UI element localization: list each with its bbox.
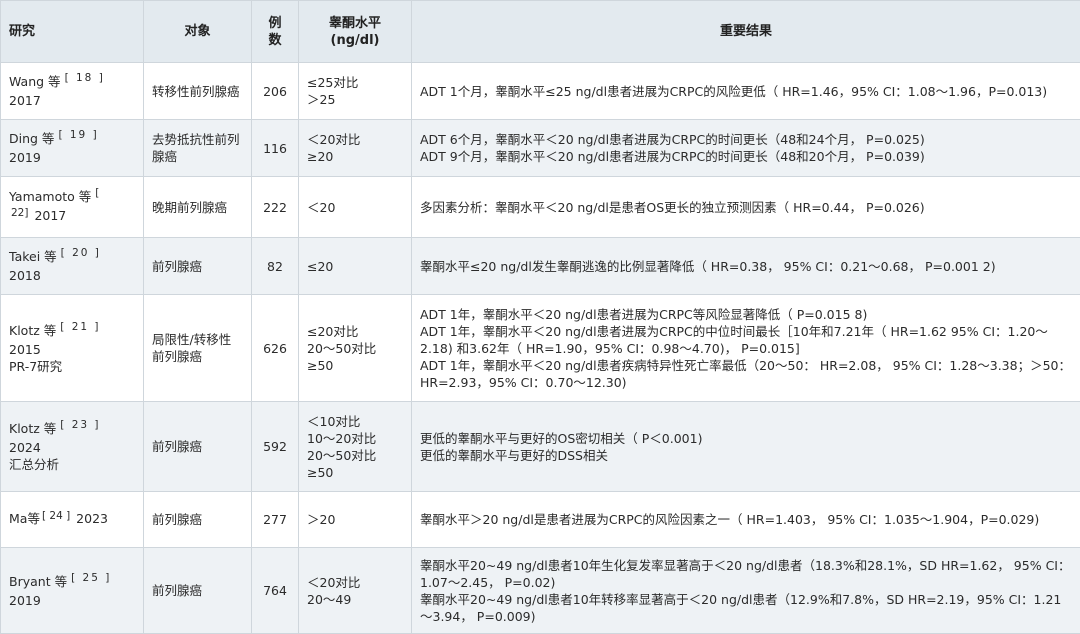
cases-cell: 764 — [252, 548, 299, 634]
study-cell: Wang 等[ 18 ] 2017 — [1, 63, 144, 120]
cases-cell: 206 — [252, 63, 299, 120]
study-cell: Ding 等[ 19 ] 2019 — [1, 120, 144, 177]
subject-cell: 转移性前列腺癌 — [144, 63, 252, 120]
subject-cell: 局限性/转移性前列腺癌 — [144, 295, 252, 402]
level-cell: ≤20 — [299, 238, 412, 295]
study-cell: Klotz 等[ 21 ] 2015 PR-7研究 — [1, 295, 144, 402]
header-row: 研究 对象 例 数 睾酮水平 (ng/dl) 重要结果 — [1, 1, 1080, 63]
result-cell: 睾酮水平≤20 ng/dl发生睾酮逃逸的比例显著降低（ HR=0.38， 95%… — [412, 238, 1080, 295]
study-cell: Klotz 等[ 23 ] 2024 汇总分析 — [1, 402, 144, 492]
table-row: Wang 等[ 18 ] 2017 转移性前列腺癌 206 ≤25对比 ＞25 … — [1, 63, 1080, 120]
header-subject: 对象 — [144, 1, 252, 63]
level-cell: ≤20对比 20～50对比 ≥50 — [299, 295, 412, 402]
testosterone-studies-table: 研究 对象 例 数 睾酮水平 (ng/dl) 重要结果 Wang 等[ 18 ]… — [0, 0, 1080, 634]
table-row: Klotz 等[ 21 ] 2015 PR-7研究 局限性/转移性前列腺癌 62… — [1, 295, 1080, 402]
subject-cell: 前列腺癌 — [144, 238, 252, 295]
table-row: Ding 等[ 19 ] 2019 去势抵抗性前列腺癌 116 ＜20对比 ≥2… — [1, 120, 1080, 177]
result-cell: 多因素分析：睾酮水平＜20 ng/dl是患者OS更长的独立预测因素（ HR=0.… — [412, 177, 1080, 238]
cases-cell: 626 — [252, 295, 299, 402]
subject-cell: 前列腺癌 — [144, 402, 252, 492]
result-cell: 睾酮水平20~49 ng/dl患者10年生化复发率显著高于＜20 ng/dl患者… — [412, 548, 1080, 634]
cases-cell: 277 — [252, 492, 299, 548]
level-cell: ≤25对比 ＞25 — [299, 63, 412, 120]
level-cell: ＞20 — [299, 492, 412, 548]
table-row: Klotz 等[ 23 ] 2024 汇总分析 前列腺癌 592 ＜10对比 1… — [1, 402, 1080, 492]
level-cell: ＜20 — [299, 177, 412, 238]
table-row: Ma等[ 24 ] 2023 前列腺癌 277 ＞20 睾酮水平＞20 ng/d… — [1, 492, 1080, 548]
result-cell: ADT 1年，睾酮水平＜20 ng/dl患者进展为CRPC等风险显著降低（ P=… — [412, 295, 1080, 402]
level-cell: ＜20对比 20～49 — [299, 548, 412, 634]
study-cell: Yamamoto 等[ 22] 2017 — [1, 177, 144, 238]
cases-cell: 82 — [252, 238, 299, 295]
study-cell: Bryant 等[ 25 ] 2019 — [1, 548, 144, 634]
cases-cell: 116 — [252, 120, 299, 177]
subject-cell: 去势抵抗性前列腺癌 — [144, 120, 252, 177]
subject-cell: 前列腺癌 — [144, 492, 252, 548]
subject-cell: 前列腺癌 — [144, 548, 252, 634]
header-testosterone: 睾酮水平 (ng/dl) — [299, 1, 412, 63]
table-row: Takei 等[ 20 ] 2018 前列腺癌 82 ≤20 睾酮水平≤20 n… — [1, 238, 1080, 295]
result-cell: 睾酮水平＞20 ng/dl是患者进展为CRPC的风险因素之一（ HR=1.403… — [412, 492, 1080, 548]
subject-cell: 晚期前列腺癌 — [144, 177, 252, 238]
cases-cell: 222 — [252, 177, 299, 238]
table-row: Yamamoto 等[ 22] 2017 晚期前列腺癌 222 ＜20 多因素分… — [1, 177, 1080, 238]
result-cell: ADT 1个月，睾酮水平≤25 ng/dl患者进展为CRPC的风险更低（ HR=… — [412, 63, 1080, 120]
header-cases: 例 数 — [252, 1, 299, 63]
study-cell: Takei 等[ 20 ] 2018 — [1, 238, 144, 295]
level-cell: ＜20对比 ≥20 — [299, 120, 412, 177]
level-cell: ＜10对比 10～20对比 20～50对比 ≥50 — [299, 402, 412, 492]
study-cell: Ma等[ 24 ] 2023 — [1, 492, 144, 548]
header-study: 研究 — [1, 1, 144, 63]
table-row: Bryant 等[ 25 ] 2019 前列腺癌 764 ＜20对比 20～49… — [1, 548, 1080, 634]
cases-cell: 592 — [252, 402, 299, 492]
header-results: 重要结果 — [412, 1, 1080, 63]
result-cell: 更低的睾酮水平与更好的OS密切相关（ P＜0.001) 更低的睾酮水平与更好的D… — [412, 402, 1080, 492]
result-cell: ADT 6个月，睾酮水平＜20 ng/dl患者进展为CRPC的时间更长（48和2… — [412, 120, 1080, 177]
